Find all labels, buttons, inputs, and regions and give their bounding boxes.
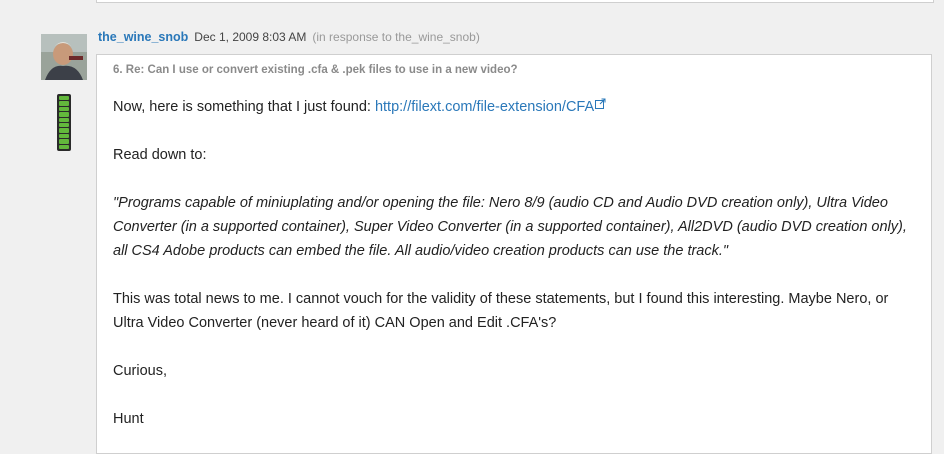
post-subject[interactable]: 6. Re: Can I use or convert existing .cf… [113, 64, 518, 76]
status-level-meter-icon [57, 94, 71, 151]
body-closing: Curious, [113, 363, 167, 379]
post-date: Dec 1, 2009 8:03 AM [194, 30, 307, 44]
body-quote: "Programs capable of miniuplating and/or… [113, 195, 907, 259]
body-line-2: Read down to: [113, 147, 207, 163]
body-signature: Hunt [113, 411, 144, 427]
post-box: 6. Re: Can I use or convert existing .cf… [96, 54, 932, 454]
author-link[interactable]: the_wine_snob [98, 30, 188, 44]
avatar-image [41, 34, 87, 80]
external-link-icon[interactable] [595, 98, 606, 109]
previous-post-box [96, 0, 934, 3]
body-line-1: Now, here is something that I just found… [113, 95, 913, 119]
external-link[interactable]: http://filext.com/file-extension/CFA [375, 99, 594, 115]
post-body: Now, here is something that I just found… [113, 95, 913, 431]
body-paragraph: This was total news to me. I cannot vouc… [113, 291, 889, 331]
post-meta: the_wine_snob Dec 1, 2009 8:03 AM (in resp… [98, 29, 480, 45]
avatar[interactable] [41, 34, 87, 80]
body-line-1-text: Now, here is something that I just found… [113, 99, 375, 115]
in-response-link[interactable]: (in response to the_wine_snob) [312, 30, 479, 44]
